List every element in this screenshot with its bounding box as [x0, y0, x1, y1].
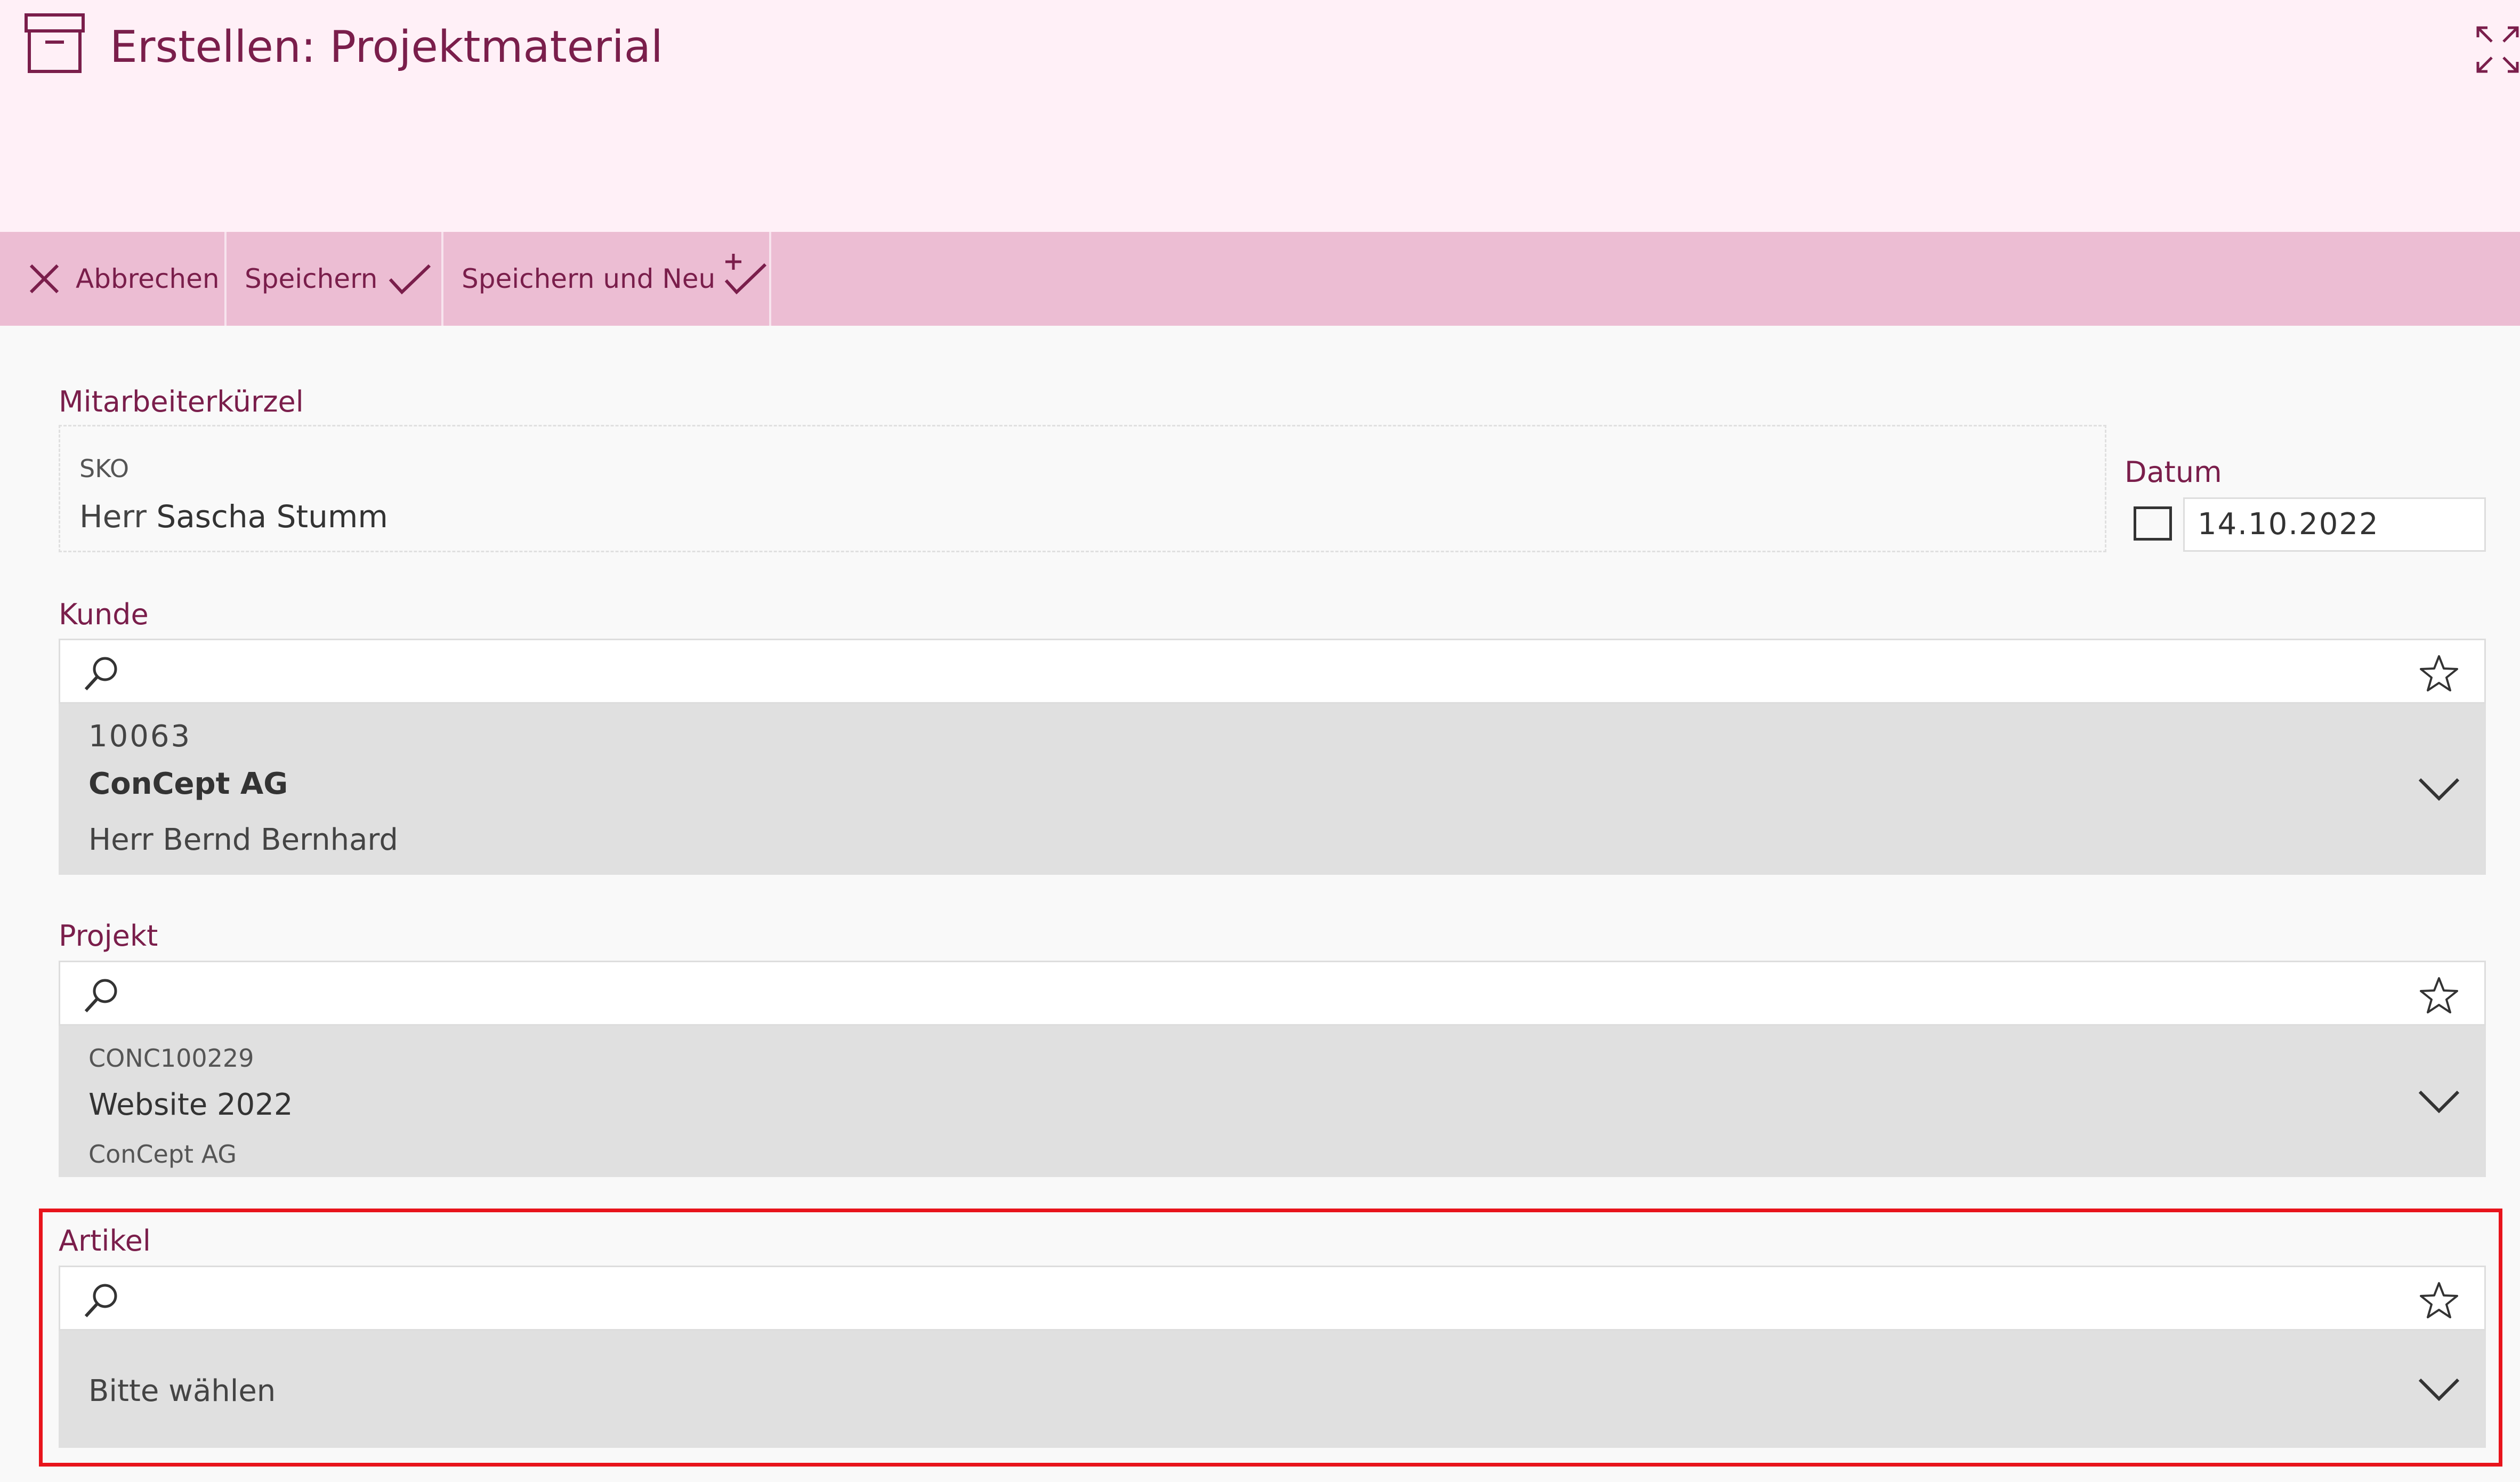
- archive-box-icon: [25, 13, 85, 73]
- save-button[interactable]: Speichern: [245, 232, 432, 326]
- chevron-down-icon[interactable]: [2418, 1090, 2460, 1113]
- employee-name: Herr Sascha Stumm: [79, 501, 388, 532]
- search-icon: [84, 979, 117, 1013]
- page: Erstellen: Projektmaterial Abbrechen Spe…: [0, 0, 2520, 1482]
- employee-field: SKO Herr Sascha Stumm: [59, 425, 2106, 552]
- save-and-new-button[interactable]: Speichern und Neu: [462, 232, 769, 326]
- customer-contact: Herr Bernd Bernhard: [88, 823, 398, 857]
- project-selection[interactable]: CONC100229 Website 2022 ConCept AG: [59, 1026, 2486, 1177]
- search-icon: [84, 657, 117, 691]
- toolbar-divider: [769, 232, 771, 326]
- customer-name: ConCept AG: [88, 767, 288, 801]
- toolbar-divider: [441, 232, 443, 326]
- cancel-button[interactable]: Abbrechen: [28, 232, 220, 326]
- date-input[interactable]: 14.10.2022: [2183, 497, 2486, 552]
- favorite-star-icon[interactable]: [2420, 654, 2458, 692]
- employee-code: SKO: [79, 454, 130, 483]
- customer-number: 10063: [88, 719, 192, 754]
- expand-icon[interactable]: [2476, 26, 2519, 74]
- checkmark-icon: [389, 264, 431, 295]
- project-code: CONC100229: [88, 1044, 254, 1073]
- save-and-new-button-label: Speichern und Neu: [462, 263, 716, 294]
- employee-label: Mitarbeiterkürzel: [59, 385, 304, 418]
- page-title: Erstellen: Projektmaterial: [110, 22, 663, 73]
- customer-label: Kunde: [59, 598, 149, 631]
- project-name: Website 2022: [88, 1088, 293, 1122]
- cancel-button-label: Abbrechen: [76, 263, 220, 294]
- close-icon: [29, 264, 59, 294]
- project-label: Projekt: [59, 919, 158, 953]
- save-button-label: Speichern: [245, 263, 378, 294]
- employee-fullname: Sascha Stumm: [156, 498, 388, 535]
- employee-salutation: Herr: [79, 498, 147, 535]
- customer-search-input[interactable]: [59, 639, 2486, 704]
- project-customer: ConCept AG: [88, 1140, 237, 1169]
- project-search-input[interactable]: [59, 961, 2486, 1026]
- favorite-star-icon[interactable]: [2420, 976, 2458, 1014]
- customer-selection[interactable]: 10063 ConCept AG Herr Bernd Bernhard: [59, 704, 2486, 875]
- date-label: Datum: [2125, 455, 2222, 489]
- highlight-frame: [39, 1209, 2502, 1467]
- dialog-header: Erstellen: Projektmaterial: [0, 0, 2520, 232]
- chevron-down-icon[interactable]: [2418, 777, 2460, 801]
- toolbar-divider: [224, 232, 227, 326]
- toolbar: Abbrechen Speichern Speichern und Neu: [0, 232, 2520, 326]
- calendar-icon[interactable]: [2134, 506, 2172, 541]
- checkmark-plus-icon: [724, 254, 767, 295]
